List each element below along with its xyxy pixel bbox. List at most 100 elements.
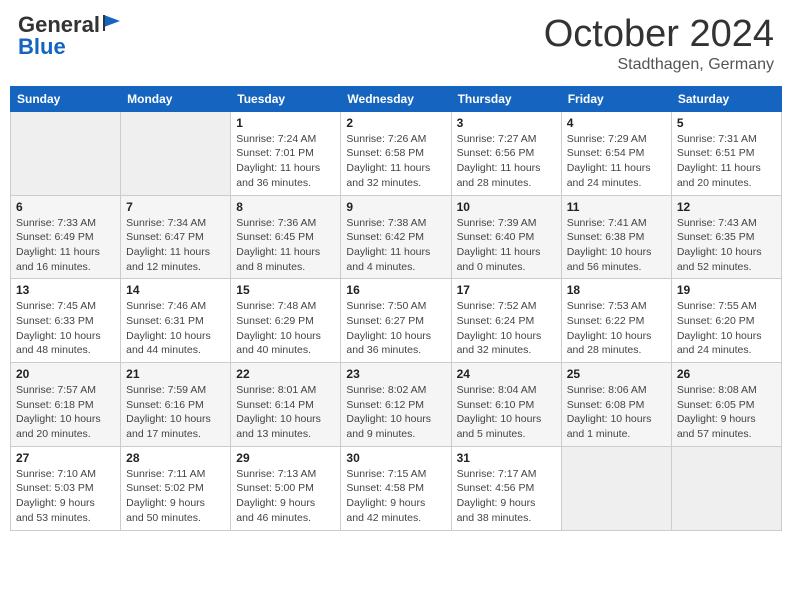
day-number: 10 (457, 200, 556, 214)
calendar-cell: 26Sunrise: 8:08 AM Sunset: 6:05 PM Dayli… (671, 363, 781, 447)
calendar-cell: 25 Sunrise: 8:06 AM Sunset: 6:08 PM Dayli… (561, 363, 671, 447)
day-info: Sunrise: 7:55 AM Sunset: 6:20 PM Dayligh… (677, 299, 776, 358)
calendar-cell: 10Sunrise: 7:39 AM Sunset: 6:40 PM Dayli… (451, 195, 561, 279)
day-number: 16 (346, 283, 445, 297)
day-number: 19 (677, 283, 776, 297)
calendar-cell: 7 Sunrise: 7:34 AM Sunset: 6:47 PM Daylig… (121, 195, 231, 279)
logo-blue-text: Blue (18, 36, 66, 58)
day-info: Sunrise: 7:36 AM Sunset: 6:45 PM Dayligh… (236, 216, 335, 275)
column-header-sunday: Sunday (11, 86, 121, 111)
day-info: Sunrise: 7:46 AM Sunset: 6:31 PM Dayligh… (126, 299, 225, 358)
week-row-2: 6Sunrise: 7:33 AM Sunset: 6:49 PM Daylig… (11, 195, 782, 279)
day-info: Sunrise: 7:41 AM Sunset: 6:38 PM Dayligh… (567, 216, 666, 275)
day-number: 11 (567, 200, 666, 214)
day-info: Sunrise: 7:52 AM Sunset: 6:24 PM Dayligh… (457, 299, 556, 358)
day-info: Sunrise: 7:34 AM Sunset: 6:47 PM Dayligh… (126, 216, 225, 275)
day-number: 12 (677, 200, 776, 214)
day-number: 28 (126, 451, 225, 465)
logo-flag-icon (102, 13, 124, 33)
day-info: Sunrise: 7:11 AM Sunset: 5:02 PM Dayligh… (126, 467, 225, 526)
day-info: Sunrise: 7:43 AM Sunset: 6:35 PM Dayligh… (677, 216, 776, 275)
calendar-cell: 30 Sunrise: 7:15 AM Sunset: 4:58 PM Dayli… (341, 446, 451, 530)
calendar-cell: 31Sunrise: 7:17 AM Sunset: 4:56 PM Dayli… (451, 446, 561, 530)
week-row-1: 1 Sunrise: 7:24 AM Sunset: 7:01 PM Daylig… (11, 111, 782, 195)
calendar-cell: 14 Sunrise: 7:46 AM Sunset: 6:31 PM Dayli… (121, 279, 231, 363)
calendar-cell: 8 Sunrise: 7:36 AM Sunset: 6:45 PM Daylig… (231, 195, 341, 279)
calendar-cell: 28 Sunrise: 7:11 AM Sunset: 5:02 PM Dayli… (121, 446, 231, 530)
calendar-cell: 17Sunrise: 7:52 AM Sunset: 6:24 PM Dayli… (451, 279, 561, 363)
header: General Blue October 2024 Stadthagen, Ge… (10, 10, 782, 78)
logo: General Blue (18, 14, 124, 58)
column-header-friday: Friday (561, 86, 671, 111)
day-number: 20 (16, 367, 115, 381)
day-number: 5 (677, 116, 776, 130)
day-number: 22 (236, 367, 335, 381)
day-number: 29 (236, 451, 335, 465)
calendar-cell: 18Sunrise: 7:53 AM Sunset: 6:22 PM Dayli… (561, 279, 671, 363)
calendar-cell: 4 Sunrise: 7:29 AM Sunset: 6:54 PM Daylig… (561, 111, 671, 195)
day-info: Sunrise: 8:08 AM Sunset: 6:05 PM Dayligh… (677, 383, 776, 442)
day-number: 9 (346, 200, 445, 214)
day-number: 7 (126, 200, 225, 214)
day-info: Sunrise: 7:57 AM Sunset: 6:18 PM Dayligh… (16, 383, 115, 442)
day-number: 3 (457, 116, 556, 130)
day-info: Sunrise: 7:31 AM Sunset: 6:51 PM Dayligh… (677, 132, 776, 191)
day-info: Sunrise: 7:24 AM Sunset: 7:01 PM Dayligh… (236, 132, 335, 191)
calendar-cell: 1 Sunrise: 7:24 AM Sunset: 7:01 PM Daylig… (231, 111, 341, 195)
day-info: Sunrise: 8:01 AM Sunset: 6:14 PM Dayligh… (236, 383, 335, 442)
calendar-cell: 21 Sunrise: 7:59 AM Sunset: 6:16 PM Dayli… (121, 363, 231, 447)
day-info: Sunrise: 7:50 AM Sunset: 6:27 PM Dayligh… (346, 299, 445, 358)
day-info: Sunrise: 7:17 AM Sunset: 4:56 PM Dayligh… (457, 467, 556, 526)
calendar-cell: 11 Sunrise: 7:41 AM Sunset: 6:38 PM Dayli… (561, 195, 671, 279)
day-number: 15 (236, 283, 335, 297)
day-number: 13 (16, 283, 115, 297)
day-number: 27 (16, 451, 115, 465)
day-info: Sunrise: 7:26 AM Sunset: 6:58 PM Dayligh… (346, 132, 445, 191)
title-block: October 2024 Stadthagen, Germany (544, 14, 774, 74)
day-number: 4 (567, 116, 666, 130)
day-info: Sunrise: 7:48 AM Sunset: 6:29 PM Dayligh… (236, 299, 335, 358)
day-number: 18 (567, 283, 666, 297)
day-info: Sunrise: 7:29 AM Sunset: 6:54 PM Dayligh… (567, 132, 666, 191)
day-number: 24 (457, 367, 556, 381)
calendar-cell: 9 Sunrise: 7:38 AM Sunset: 6:42 PM Daylig… (341, 195, 451, 279)
day-info: Sunrise: 7:38 AM Sunset: 6:42 PM Dayligh… (346, 216, 445, 275)
day-info: Sunrise: 7:13 AM Sunset: 5:00 PM Dayligh… (236, 467, 335, 526)
day-info: Sunrise: 7:45 AM Sunset: 6:33 PM Dayligh… (16, 299, 115, 358)
calendar-cell: 22 Sunrise: 8:01 AM Sunset: 6:14 PM Dayli… (231, 363, 341, 447)
day-number: 30 (346, 451, 445, 465)
day-number: 1 (236, 116, 335, 130)
calendar-cell: 16 Sunrise: 7:50 AM Sunset: 6:27 PM Dayli… (341, 279, 451, 363)
calendar-cell: 13 Sunrise: 7:45 AM Sunset: 6:33 PM Dayli… (11, 279, 121, 363)
calendar-cell: 19 Sunrise: 7:55 AM Sunset: 6:20 PM Dayli… (671, 279, 781, 363)
week-row-5: 27Sunrise: 7:10 AM Sunset: 5:03 PM Dayli… (11, 446, 782, 530)
week-row-3: 13 Sunrise: 7:45 AM Sunset: 6:33 PM Dayli… (11, 279, 782, 363)
day-number: 14 (126, 283, 225, 297)
column-header-thursday: Thursday (451, 86, 561, 111)
calendar-cell (561, 446, 671, 530)
calendar-cell: 15 Sunrise: 7:48 AM Sunset: 6:29 PM Dayli… (231, 279, 341, 363)
month-title: October 2024 (544, 14, 774, 56)
calendar-cell: 12 Sunrise: 7:43 AM Sunset: 6:35 PM Dayli… (671, 195, 781, 279)
day-info: Sunrise: 7:59 AM Sunset: 6:16 PM Dayligh… (126, 383, 225, 442)
day-info: Sunrise: 7:15 AM Sunset: 4:58 PM Dayligh… (346, 467, 445, 526)
calendar-cell: 29 Sunrise: 7:13 AM Sunset: 5:00 PM Dayli… (231, 446, 341, 530)
day-info: Sunrise: 8:02 AM Sunset: 6:12 PM Dayligh… (346, 383, 445, 442)
calendar-cell (11, 111, 121, 195)
calendar-cell: 2 Sunrise: 7:26 AM Sunset: 6:58 PM Daylig… (341, 111, 451, 195)
day-info: Sunrise: 8:06 AM Sunset: 6:08 PM Dayligh… (567, 383, 666, 442)
day-number: 23 (346, 367, 445, 381)
day-number: 8 (236, 200, 335, 214)
calendar-cell: 23 Sunrise: 8:02 AM Sunset: 6:12 PM Dayli… (341, 363, 451, 447)
day-number: 2 (346, 116, 445, 130)
day-number: 21 (126, 367, 225, 381)
calendar-cell: 24Sunrise: 8:04 AM Sunset: 6:10 PM Dayli… (451, 363, 561, 447)
week-row-4: 20 Sunrise: 7:57 AM Sunset: 6:18 PM Dayli… (11, 363, 782, 447)
day-number: 25 (567, 367, 666, 381)
calendar-cell: 27Sunrise: 7:10 AM Sunset: 5:03 PM Dayli… (11, 446, 121, 530)
calendar-cell: 20 Sunrise: 7:57 AM Sunset: 6:18 PM Dayli… (11, 363, 121, 447)
calendar-cell (121, 111, 231, 195)
calendar-cell: 6Sunrise: 7:33 AM Sunset: 6:49 PM Daylig… (11, 195, 121, 279)
calendar-cell: 3Sunrise: 7:27 AM Sunset: 6:56 PM Daylig… (451, 111, 561, 195)
day-number: 6 (16, 200, 115, 214)
